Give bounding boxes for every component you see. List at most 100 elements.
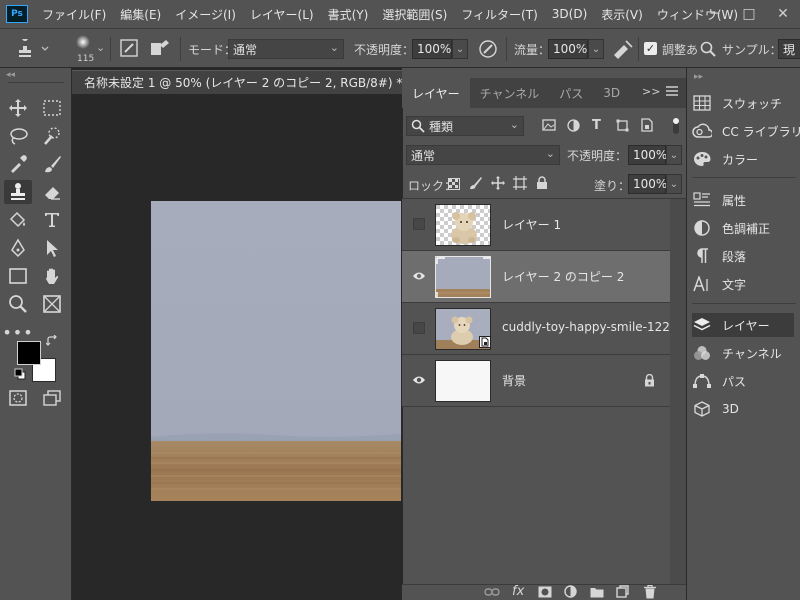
minimize-button[interactable]: ─ (698, 0, 732, 28)
dock-item-paths[interactable]: パス (692, 369, 794, 393)
dock-item-channels[interactable]: チャンネル (692, 341, 794, 365)
menu-file[interactable]: ファイル(F) (42, 6, 106, 23)
airbrush-icon[interactable] (612, 39, 634, 59)
zoom-tool-icon[interactable] (4, 292, 32, 316)
layer-opacity-input[interactable]: 100% (628, 145, 667, 165)
clone-stamp-tool-icon[interactable] (4, 180, 32, 204)
maximize-button[interactable]: □ (732, 0, 766, 28)
pressure-opacity-icon[interactable] (478, 39, 498, 59)
menu-filter[interactable]: フィルター(T) (461, 6, 537, 23)
brush-settings-panel-icon[interactable] (120, 39, 138, 57)
layer-visibility-toggle[interactable] (411, 320, 427, 336)
dock-item-color[interactable]: カラー (692, 147, 794, 171)
new-group-icon[interactable] (590, 586, 604, 598)
fill-chevron-icon[interactable]: ⌄ (666, 174, 682, 194)
blend-mode-dropdown[interactable]: 通常 ⌄ (406, 145, 560, 165)
filter-shape-layers-icon[interactable] (616, 119, 629, 132)
move-tool-icon[interactable] (4, 96, 32, 120)
layer-lock-icon[interactable] (644, 374, 655, 387)
layer-row-background[interactable]: 背景 (402, 355, 670, 407)
filter-pixel-layers-icon[interactable] (542, 119, 556, 131)
foreground-color-swatch[interactable] (17, 341, 41, 365)
flow-slider-chevron-icon[interactable]: ⌄ (588, 39, 604, 59)
dock-item-swatches[interactable]: スウォッチ (692, 91, 794, 115)
swap-colors-icon[interactable] (46, 335, 58, 347)
eyedropper-tool-icon[interactable] (4, 152, 32, 176)
collapse-panel-icon[interactable]: ◂◂ (6, 70, 15, 80)
filter-adjustment-layers-icon[interactable] (567, 119, 580, 132)
menu-edit[interactable]: 編集(E) (120, 6, 161, 23)
add-mask-icon[interactable] (538, 586, 552, 598)
layer-visibility-toggle[interactable] (411, 216, 427, 232)
fill-input[interactable]: 100% (628, 174, 667, 194)
menu-type[interactable]: 書式(Y) (328, 6, 369, 23)
layers-scrollbar[interactable] (670, 199, 686, 584)
brush-preset-chevron-icon[interactable]: ⌄ (96, 41, 105, 54)
dock-item-properties[interactable]: 属性 (692, 188, 794, 212)
tab-3d[interactable]: 3D (593, 78, 630, 108)
paint-bucket-tool-icon[interactable] (4, 208, 32, 232)
filter-toggle-switch[interactable] (672, 116, 680, 136)
aligned-checkbox[interactable]: ✓ (644, 42, 657, 55)
lock-artboard-icon[interactable] (513, 176, 527, 190)
menu-view[interactable]: 表示(V) (601, 6, 643, 23)
photoshop-logo[interactable]: Ps (6, 5, 28, 23)
lock-position-icon[interactable] (491, 176, 505, 190)
layer-opacity-chevron-icon[interactable]: ⌄ (666, 145, 682, 165)
layer-filter-dropdown[interactable]: 種類 ⌄ (406, 116, 524, 136)
dock-item-character[interactable]: 文字 (692, 272, 794, 296)
menu-layer[interactable]: レイヤー(L) (250, 6, 314, 23)
dock-item-adjustments[interactable]: 色調補正 (692, 216, 794, 240)
mode-dropdown[interactable]: 通常 ⌄ (228, 39, 344, 59)
opacity-input[interactable]: 100% (412, 39, 452, 59)
rectangle-tool-icon[interactable] (4, 264, 32, 288)
lock-image-pixels-icon[interactable] (468, 176, 482, 190)
frame-tool-icon[interactable] (38, 292, 66, 316)
tab-layers[interactable]: レイヤー (402, 78, 470, 108)
layer-visibility-toggle[interactable] (411, 268, 427, 284)
layer-row-cuddly-toy[interactable]: cuddly-toy-happy-smile-12211 (402, 303, 685, 355)
menu-image[interactable]: イメージ(I) (175, 6, 236, 23)
dock-item-paragraph[interactable]: 段落 (692, 244, 794, 268)
panel-menu-icon[interactable] (666, 86, 678, 96)
filter-smart-objects-icon[interactable] (641, 118, 653, 132)
layer-style-fx-icon[interactable]: fx (512, 584, 524, 599)
type-tool-icon[interactable] (38, 208, 66, 232)
menu-select[interactable]: 選択範囲(S) (382, 6, 447, 23)
brush-preview-icon[interactable] (74, 34, 92, 50)
new-adjustment-layer-icon[interactable] (564, 585, 577, 598)
link-layers-icon[interactable] (484, 587, 500, 597)
pen-tool-icon[interactable] (4, 236, 32, 260)
collapse-dock-icon[interactable]: ▸▸ (694, 72, 703, 82)
menu-3d[interactable]: 3D(D) (552, 7, 587, 21)
lasso-tool-icon[interactable] (4, 124, 32, 148)
tab-paths[interactable]: パス (549, 78, 593, 108)
path-selection-tool-icon[interactable] (38, 236, 66, 260)
opacity-slider-chevron-icon[interactable]: ⌄ (452, 39, 468, 59)
layer-row-layer-2-copy-2[interactable]: レイヤー 2 のコピー 2 (402, 251, 670, 303)
layer-visibility-toggle[interactable] (411, 372, 427, 388)
flow-input[interactable]: 100% (548, 39, 588, 59)
eraser-tool-icon[interactable] (38, 180, 66, 204)
document-canvas[interactable] (151, 201, 401, 501)
dock-item-cc-libraries[interactable]: CC ライブラリ (692, 119, 800, 143)
document-tab[interactable]: 名称未設定 1 @ 50% (レイヤー 2 のコピー 2, RGB/8#) * … (72, 70, 402, 94)
clone-source-panel-icon[interactable] (150, 39, 170, 57)
default-colors-icon[interactable] (14, 368, 26, 380)
brush-tool-icon[interactable] (38, 152, 66, 176)
delete-layer-icon[interactable] (644, 585, 656, 599)
quick-selection-tool-icon[interactable] (38, 124, 66, 148)
lock-all-icon[interactable] (536, 176, 548, 190)
tab-channels[interactable]: チャンネル (470, 78, 550, 108)
hand-tool-icon[interactable] (38, 264, 66, 288)
marquee-tool-icon[interactable] (38, 96, 66, 120)
sample-dropdown[interactable]: 現 (778, 39, 800, 59)
close-button[interactable]: ✕ (766, 0, 800, 28)
filter-type-layers-icon[interactable]: T (592, 118, 601, 133)
dock-item-layers[interactable]: レイヤー (692, 313, 794, 337)
dock-item-3d[interactable]: 3D (692, 397, 794, 421)
new-layer-icon[interactable] (616, 585, 629, 598)
screen-mode-icon[interactable] (38, 386, 66, 410)
lock-transparent-pixels-icon[interactable] (448, 178, 460, 190)
collapse-panel-icon[interactable]: >> (642, 85, 660, 98)
